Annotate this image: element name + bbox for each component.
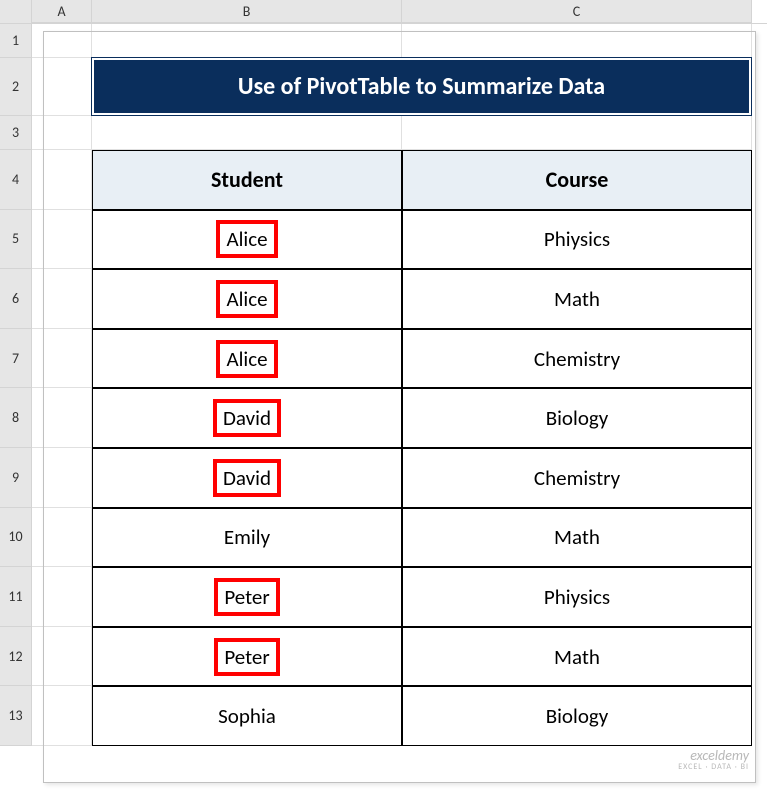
table-header-student[interactable]: Student	[92, 150, 402, 210]
cell-student-4[interactable]: David	[92, 448, 402, 508]
cell-student-0[interactable]: Alice	[92, 210, 402, 270]
cell-a12[interactable]	[32, 627, 92, 687]
row-header-11[interactable]: 11	[0, 567, 32, 627]
cell-a2[interactable]	[32, 58, 92, 116]
row-header-10[interactable]: 10	[0, 508, 32, 568]
cell-course-7[interactable]: Math	[402, 627, 752, 687]
cell-a13[interactable]	[32, 686, 92, 746]
row-header-1[interactable]: 1	[0, 24, 32, 58]
cell-course-3[interactable]: Biology	[402, 388, 752, 448]
column-header-a[interactable]: A	[32, 0, 92, 23]
row-11: 11 Peter Phiysics	[0, 567, 767, 627]
highlight-box: Alice	[216, 220, 277, 258]
highlight-box: David	[213, 459, 281, 497]
row-8: 8 David Biology	[0, 388, 767, 448]
row-3: 3	[0, 116, 767, 150]
cell-course-1[interactable]: Math	[402, 269, 752, 329]
watermark-sub: EXCEL · DATA · BI	[678, 763, 749, 772]
cell-course-5[interactable]: Math	[402, 508, 752, 568]
column-header-c[interactable]: C	[402, 0, 752, 23]
cell-c1[interactable]	[402, 24, 752, 58]
watermark: exceldemy EXCEL · DATA · BI	[678, 748, 749, 772]
cell-student-3[interactable]: David	[92, 388, 402, 448]
table-header-course[interactable]: Course	[402, 150, 752, 210]
highlight-box: Alice	[216, 340, 277, 378]
cell-student-2[interactable]: Alice	[92, 329, 402, 389]
highlight-box: David	[213, 399, 281, 437]
spreadsheet: A B C 1 2 Use of PivotTable to Summarize…	[0, 0, 767, 800]
row-header-3[interactable]: 3	[0, 116, 32, 150]
title-cell[interactable]: Use of PivotTable to Summarize Data	[92, 58, 752, 116]
row-1: 1	[0, 24, 767, 58]
cell-student-7[interactable]: Peter	[92, 627, 402, 687]
row-header-4[interactable]: 4	[0, 150, 32, 210]
row-header-2[interactable]: 2	[0, 58, 32, 116]
row-header-6[interactable]: 6	[0, 269, 32, 329]
cell-student-5[interactable]: Emily	[92, 508, 402, 568]
row-header-5[interactable]: 5	[0, 210, 32, 270]
cell-a4[interactable]	[32, 150, 92, 210]
cell-course-6[interactable]: Phiysics	[402, 567, 752, 627]
row-10: 10 Emily Math	[0, 508, 767, 568]
cell-course-4[interactable]: Chemistry	[402, 448, 752, 508]
page-title: Use of PivotTable to Summarize Data	[92, 58, 751, 115]
cell-course-8[interactable]: Biology	[402, 686, 752, 746]
cell-b1[interactable]	[92, 24, 402, 58]
cell-a10[interactable]	[32, 508, 92, 568]
row-9: 9 David Chemistry	[0, 448, 767, 508]
cell-a11[interactable]	[32, 567, 92, 627]
row-header-13[interactable]: 13	[0, 686, 32, 746]
cell-course-0[interactable]: Phiysics	[402, 210, 752, 270]
row-header-8[interactable]: 8	[0, 388, 32, 448]
cell-a5[interactable]	[32, 210, 92, 270]
highlight-box: Peter	[214, 578, 279, 616]
row-header-12[interactable]: 12	[0, 627, 32, 687]
row-13: 13 Sophia Biology	[0, 686, 767, 746]
column-headers: A B C	[0, 0, 767, 24]
cell-a1[interactable]	[32, 24, 92, 58]
cell-a6[interactable]	[32, 269, 92, 329]
cell-student-8[interactable]: Sophia	[92, 686, 402, 746]
cell-a7[interactable]	[32, 329, 92, 389]
row-2: 2 Use of PivotTable to Summarize Data	[0, 58, 767, 116]
row-5: 5 Alice Phiysics	[0, 210, 767, 270]
cell-a3[interactable]	[32, 116, 92, 150]
cell-b3[interactable]	[92, 116, 402, 150]
row-header-9[interactable]: 9	[0, 448, 32, 508]
column-header-b[interactable]: B	[92, 0, 402, 23]
cell-c3[interactable]	[402, 116, 752, 150]
highlight-box: Peter	[214, 638, 279, 676]
row-7: 7 Alice Chemistry	[0, 329, 767, 389]
cell-a9[interactable]	[32, 448, 92, 508]
row-12: 12 Peter Math	[0, 627, 767, 687]
row-header-7[interactable]: 7	[0, 329, 32, 389]
watermark-main: exceldemy	[678, 748, 749, 763]
select-all-corner[interactable]	[0, 0, 32, 24]
row-6: 6 Alice Math	[0, 269, 767, 329]
cell-student-1[interactable]: Alice	[92, 269, 402, 329]
cell-a8[interactable]	[32, 388, 92, 448]
cell-student-6[interactable]: Peter	[92, 567, 402, 627]
highlight-box: Alice	[216, 280, 277, 318]
cell-course-2[interactable]: Chemistry	[402, 329, 752, 389]
row-4: 4 Student Course	[0, 150, 767, 210]
